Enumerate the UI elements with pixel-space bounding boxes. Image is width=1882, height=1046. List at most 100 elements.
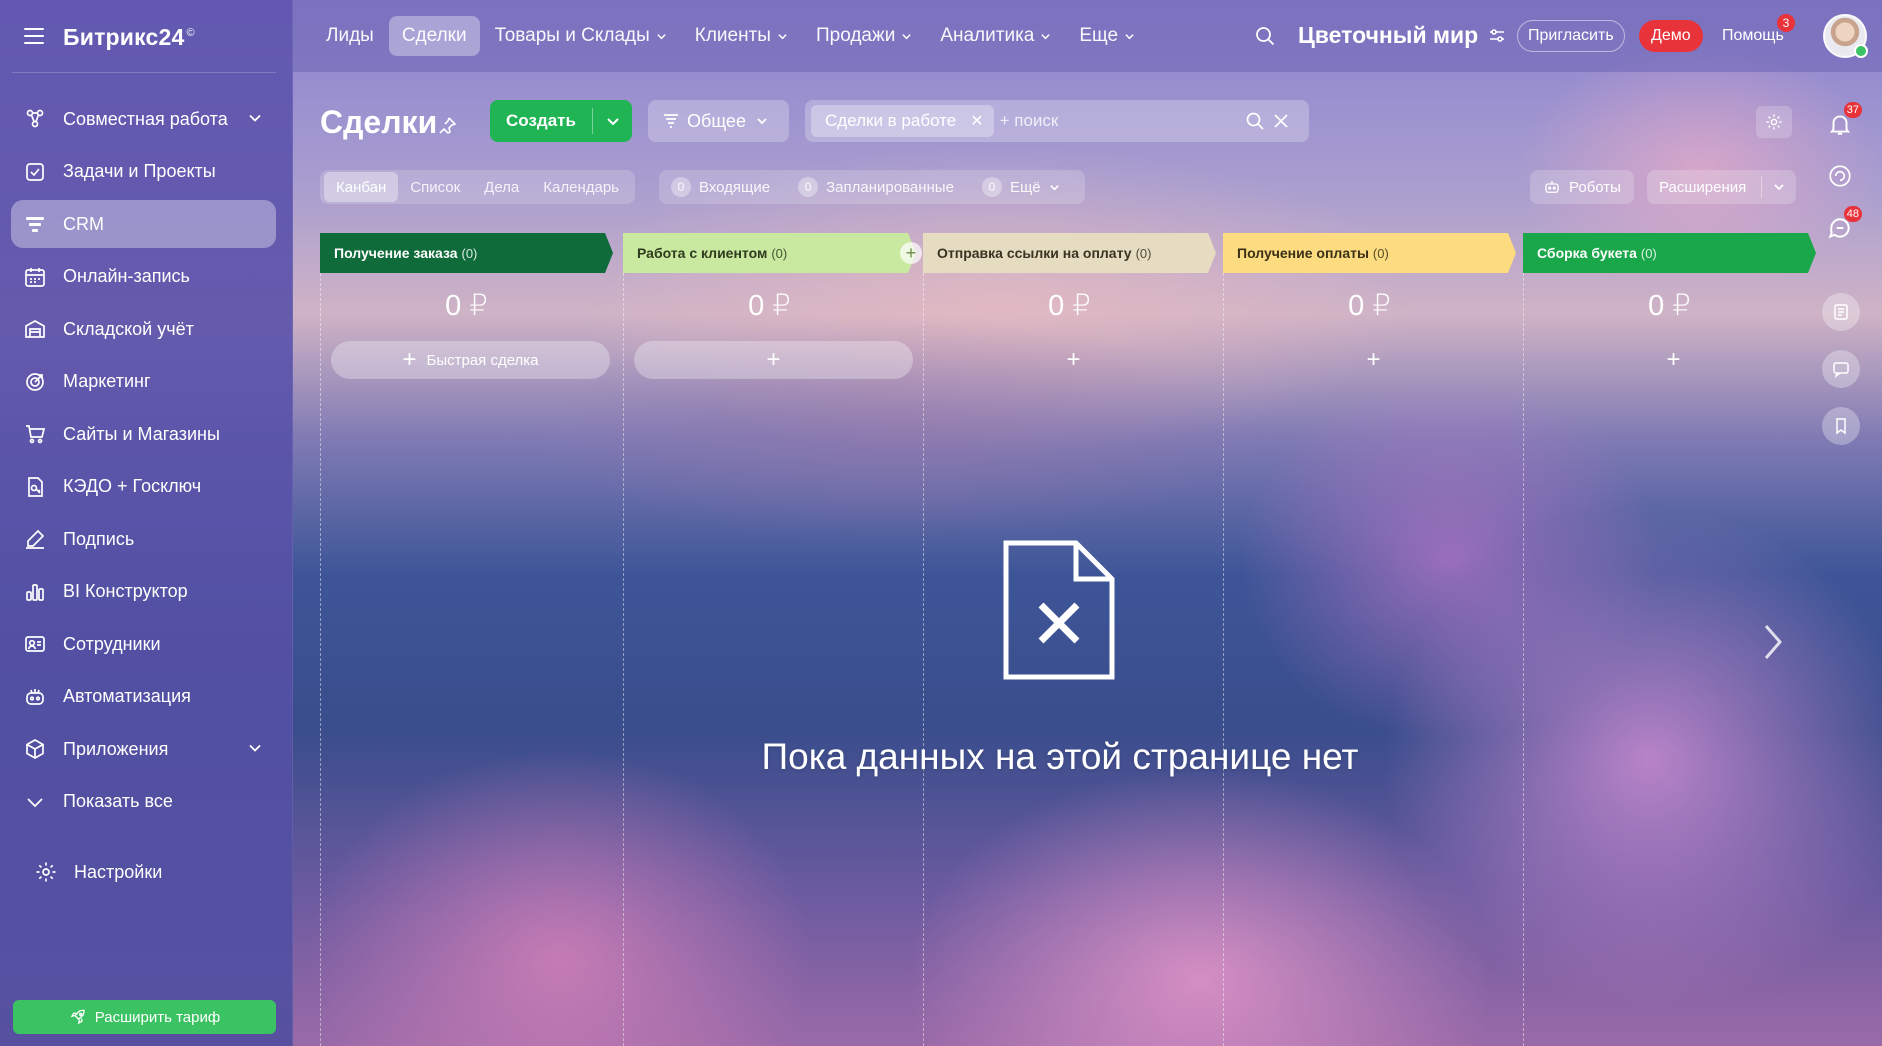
sidebar-item-label: Подпись	[63, 528, 135, 549]
sidebar-item-employees[interactable]: Сотрудники	[11, 620, 276, 668]
invite-button[interactable]: Пригласить	[1517, 20, 1625, 52]
topnav-clients[interactable]: Клиенты	[682, 16, 801, 56]
signature-icon	[22, 526, 48, 552]
chevron-down-icon	[657, 33, 666, 39]
stage-amount: 0 ₽	[445, 290, 488, 322]
chat-button[interactable]: 48	[1822, 206, 1862, 246]
chevron-right-icon[interactable]	[1757, 620, 1787, 664]
sidebar-show-all[interactable]: Показать все	[11, 778, 276, 826]
sidebar-item-collab[interactable]: Совместная работа	[11, 95, 276, 143]
column-divider	[1223, 273, 1224, 1046]
chevron-down-icon[interactable]	[593, 114, 632, 128]
sidebar-item-marketing[interactable]: Маркетинг	[11, 358, 276, 406]
avatar[interactable]	[1823, 14, 1868, 58]
add-deal-button[interactable]: +	[934, 341, 1213, 379]
copilot-button[interactable]	[1822, 158, 1858, 194]
topnav-products[interactable]: Товары и Склады	[482, 16, 680, 56]
sidebar-item-label: Маркетинг	[63, 371, 151, 391]
chevron-down-icon	[249, 744, 261, 752]
demo-button[interactable]: Демо	[1639, 20, 1703, 52]
stage-amount: 0 ₽	[1648, 290, 1691, 322]
stage-header[interactable]: Получение заказа (0)	[320, 233, 613, 273]
message-icon	[1833, 362, 1849, 379]
add-deal-button[interactable]: +	[1234, 341, 1513, 379]
topnav-deals[interactable]: Сделки	[388, 16, 480, 56]
copilot-icon	[1829, 165, 1851, 187]
extensions-button[interactable]: Расширения	[1647, 170, 1796, 204]
help-button[interactable]: Помощь	[1722, 27, 1784, 45]
activity-counters: 0 Входящие 0 Запланированные 0 Ещё	[659, 170, 1085, 204]
sidebar-item-crm[interactable]: CRM	[11, 200, 276, 248]
filter-preset-button[interactable]: Общее	[648, 100, 789, 142]
expand-plan-button[interactable]: Расширить тариф	[13, 1000, 276, 1034]
sidebar-item-sites[interactable]: Сайты и Магазины	[11, 410, 276, 458]
sidebar-item-signature[interactable]: Подпись	[11, 515, 276, 563]
chevron-down-icon	[1125, 33, 1134, 39]
sidebar-item-label: Онлайн-запись	[63, 266, 190, 286]
logo-row: Битрикс24 ©	[0, 0, 293, 72]
tasks-icon	[22, 159, 48, 185]
apps-icon	[22, 736, 48, 762]
sidebar-item-warehouse[interactable]: Складской учёт	[11, 305, 276, 353]
add-deal-button[interactable]: +	[634, 341, 913, 379]
chevron-down-icon	[778, 33, 787, 39]
topnav-more[interactable]: Еще	[1066, 16, 1148, 56]
chevron-down-icon	[757, 118, 767, 125]
document-icon	[1834, 304, 1848, 320]
chevron-down-icon[interactable]	[1762, 181, 1796, 193]
sidebar-item-automation[interactable]: Автоматизация	[11, 673, 276, 721]
column-divider	[923, 273, 924, 1046]
warehouse-icon	[22, 316, 48, 342]
sidebar-item-label: Складской учёт	[63, 318, 194, 339]
rail-app-document[interactable]	[1822, 293, 1860, 331]
topnav-sales[interactable]: Продажи	[803, 16, 925, 56]
add-stage-button[interactable]: +	[900, 242, 922, 264]
close-icon[interactable]: ✕	[970, 111, 983, 131]
company-name[interactable]: Цветочный мир	[1298, 22, 1506, 49]
sidebar-item-label: Показать все	[63, 791, 173, 811]
cart-icon	[22, 421, 48, 447]
menu-icon[interactable]	[24, 28, 44, 44]
search-icon[interactable]	[1253, 24, 1277, 48]
app-logo[interactable]: Битрикс24 ©	[63, 24, 195, 51]
tab-list[interactable]: Список	[398, 172, 472, 202]
tab-calendar[interactable]: Календарь	[531, 172, 631, 202]
robots-button[interactable]: Роботы	[1530, 170, 1634, 204]
notifications-button[interactable]: 37	[1822, 102, 1862, 142]
pin-icon[interactable]	[437, 116, 457, 136]
add-deal-button[interactable]: +	[1534, 341, 1813, 379]
stage-amount: 0 ₽	[1348, 290, 1391, 322]
filter-icon	[664, 114, 679, 128]
counter-incoming[interactable]: 0 Входящие	[671, 177, 770, 197]
counter-planned[interactable]: 0 Запланированные	[798, 177, 954, 197]
topnav-leads[interactable]: Лиды	[313, 16, 387, 56]
sidebar-item-settings[interactable]: Настройки	[22, 848, 287, 896]
counter-more[interactable]: 0 Ещё	[981, 177, 1060, 197]
stage-header[interactable]: Получение оплаты (0)	[1223, 233, 1516, 273]
kanban-settings-button[interactable]	[1756, 106, 1792, 138]
search-icon[interactable]	[1245, 111, 1265, 131]
sidebar-item-booking[interactable]: Онлайн-запись	[11, 253, 276, 301]
search-filter-box[interactable]: Сделки в работе ✕	[805, 100, 1309, 142]
tab-activities[interactable]: Дела	[472, 172, 531, 202]
rail-app-bookmarks[interactable]	[1822, 407, 1860, 445]
search-input[interactable]	[999, 111, 1220, 131]
stage-header[interactable]: Сборка букета (0)	[1523, 233, 1816, 273]
close-icon[interactable]	[1271, 111, 1291, 131]
sidebar-item-kedo[interactable]: КЭДО + Госключ	[11, 463, 276, 511]
stage-header[interactable]: Работа с клиентом (0)	[623, 233, 916, 273]
booking-icon	[22, 264, 48, 290]
quick-deal-button[interactable]: + Быстрая сделка	[331, 341, 610, 379]
sidebar-item-bi[interactable]: BI Конструктор	[11, 568, 276, 616]
topnav-analytics[interactable]: Аналитика	[927, 16, 1064, 56]
sidebar-item-tasks[interactable]: Задачи и Проекты	[11, 148, 276, 196]
sidebar-item-apps[interactable]: Приложения	[11, 725, 276, 773]
filter-chip[interactable]: Сделки в работе ✕	[811, 105, 994, 137]
chat-badge: 48	[1843, 206, 1862, 222]
create-button[interactable]: Создать	[490, 100, 632, 142]
stage-header[interactable]: Отправка ссылки на оплату (0)	[923, 233, 1216, 273]
robot-icon	[1545, 181, 1559, 193]
tab-kanban[interactable]: Канбан	[324, 172, 399, 202]
rail-app-messages[interactable]	[1822, 350, 1860, 388]
sidebar-item-label: Настройки	[74, 861, 163, 882]
